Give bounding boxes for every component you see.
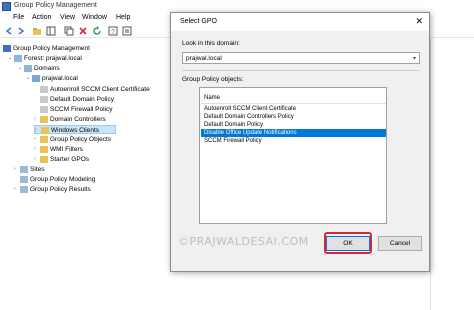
divider: [182, 70, 420, 71]
console-tree: Group Policy Management ⌄ Forest: prajwal…: [0, 39, 176, 310]
back-icon[interactable]: [4, 26, 14, 36]
gpo-list-item[interactable]: Default Domain Policy: [201, 121, 386, 129]
up-folder-icon[interactable]: [32, 26, 42, 36]
look-in-label: Look in this domain:: [182, 40, 240, 47]
tree-item-gpo-container[interactable]: › Group Policy Objects: [34, 135, 111, 144]
domains-icon: [24, 65, 32, 72]
select-gpo-dialog: Select GPO ✕ Look in this domain: prajwa…: [170, 12, 430, 272]
gpo-list[interactable]: Name Autoenroll SCCM Client Certificate …: [199, 87, 387, 224]
properties-icon[interactable]: [122, 26, 132, 36]
dialog-titlebar: Select GPO ✕: [171, 13, 429, 31]
copy-icon[interactable]: [64, 26, 74, 36]
gpo-list-item[interactable]: Autoenroll SCCM Client Certificate: [201, 105, 386, 113]
gpo-link-icon: [40, 85, 48, 93]
gpo-list-item-selected[interactable]: Disable Office Update Notifications: [201, 129, 386, 137]
gpm-app-icon: [2, 2, 11, 11]
modeling-icon: [20, 175, 28, 183]
watermark: ©PRAJWALDESAI.COM: [178, 235, 309, 248]
forward-icon[interactable]: [16, 26, 26, 36]
tree-sites[interactable]: › Sites: [14, 165, 44, 174]
domain-icon: [32, 75, 40, 82]
ou-folder-icon: [41, 127, 49, 134]
ok-button[interactable]: OK: [326, 236, 370, 251]
menu-file[interactable]: File: [13, 14, 24, 21]
ou-folder-icon: [40, 116, 48, 123]
gpo-list-item[interactable]: Default Domain Controllers Policy: [201, 113, 386, 121]
gpo-list-label: Group Policy objects:: [182, 76, 244, 83]
delete-icon[interactable]: [78, 26, 88, 36]
tree-item-domain-controllers[interactable]: › Domain Controllers: [34, 115, 106, 124]
domain-select-value: prajwal.local: [186, 55, 222, 62]
results-icon: [20, 186, 28, 193]
gpm-icon: [3, 44, 11, 52]
gpo-link-icon: [40, 105, 48, 113]
menu-window[interactable]: Window: [82, 14, 107, 21]
folder-icon: [40, 156, 48, 163]
tree-item-sccm-firewall[interactable]: SCCM Firewall Policy: [40, 105, 112, 114]
refresh-icon[interactable]: [92, 26, 102, 36]
tree-results[interactable]: › Group Policy Results: [14, 185, 91, 194]
forest-icon: [14, 55, 22, 62]
cancel-button[interactable]: Cancel: [378, 236, 422, 251]
tree-item-wmi-filters[interactable]: › WMI Filters: [34, 145, 83, 154]
help-icon[interactable]: ?: [108, 26, 118, 36]
menu-view[interactable]: View: [60, 14, 75, 21]
chevron-down-icon: ▾: [412, 56, 416, 62]
sites-icon: [20, 166, 28, 173]
menu-help[interactable]: Help: [116, 14, 130, 21]
gpo-link-icon: [40, 95, 48, 103]
tree-item-windows-clients[interactable]: › Windows Clients: [34, 125, 116, 134]
tree-forest[interactable]: ⌄ Forest: prajwal.local: [8, 54, 82, 63]
close-icon[interactable]: ✕: [415, 16, 423, 27]
show-hide-tree-icon[interactable]: [46, 26, 56, 36]
tree-domain[interactable]: ⌄ prajwal.local: [26, 74, 78, 83]
tree-item-default-domain-policy[interactable]: Default Domain Policy: [40, 95, 114, 104]
tree-item-autoenroll[interactable]: Autoenroll SCCM Client Certificate: [40, 85, 150, 94]
column-header-name[interactable]: Name: [201, 94, 386, 104]
folder-icon: [40, 136, 48, 143]
tree-modeling[interactable]: Group Policy Modeling: [20, 175, 95, 184]
gpo-list-item[interactable]: SCCM Firewall Policy: [201, 137, 386, 145]
results-pane: [430, 39, 474, 310]
tree-item-starter-gpos[interactable]: › Starter GPOs: [34, 155, 89, 164]
domain-select[interactable]: prajwal.local ▾: [182, 52, 420, 64]
tree-domains[interactable]: ⌄ Domains: [18, 64, 60, 73]
folder-icon: [40, 146, 48, 153]
svg-text:?: ?: [111, 29, 115, 36]
window-title: Group Policy Management: [14, 2, 97, 9]
menu-action[interactable]: Action: [32, 14, 51, 21]
tree-root[interactable]: Group Policy Management: [3, 44, 90, 53]
dialog-title: Select GPO: [180, 18, 217, 25]
